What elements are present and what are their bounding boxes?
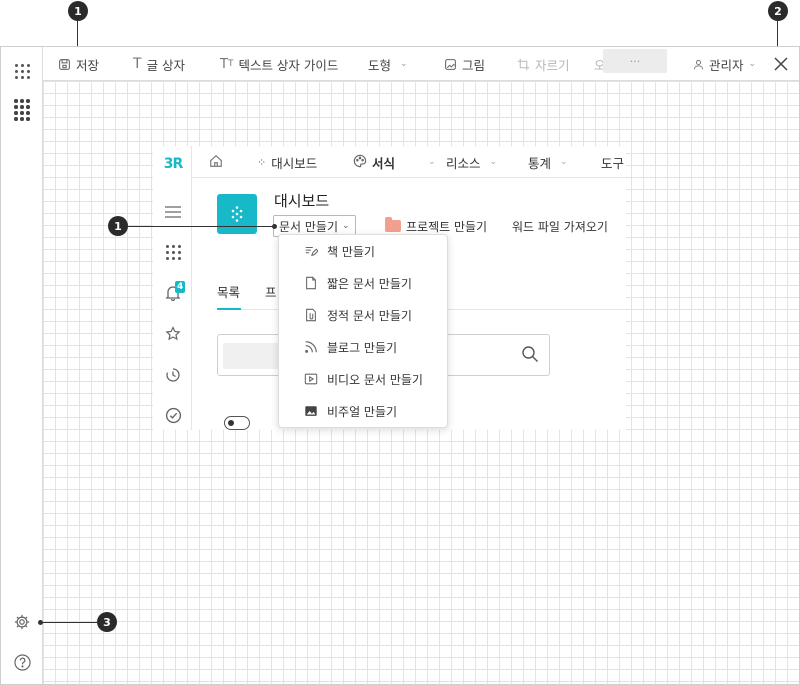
toggle-switch[interactable] (224, 416, 250, 430)
text-size-icon: TT (220, 56, 234, 72)
editor-toolbar: 저장 T 글 상자 TT 텍스트 상자 가이드 도형 ⌄ 그림 자르기 오 ··… (43, 47, 799, 81)
image-icon (303, 403, 319, 419)
import-word-button[interactable]: 워드 파일 가져오기 (512, 215, 608, 237)
shape-label: 도형 (368, 57, 392, 73)
apps-grid-icon[interactable] (12, 61, 32, 81)
user-label: 관리자 (709, 57, 744, 73)
video-icon (303, 371, 319, 387)
chevron-down-icon: ⌄ (428, 157, 436, 167)
callout-badge-1b: 1 (108, 216, 128, 236)
sparkle-grid-icon: ⁘ (257, 155, 267, 169)
image-label: 그림 (462, 57, 486, 73)
crop-label: 자르기 (535, 57, 570, 73)
chevron-down-icon: ⌄ (748, 59, 757, 69)
user-menu[interactable]: 관리자 ⌄ (693, 47, 756, 81)
menu-item-blog[interactable]: 블로그 만들기 (303, 337, 397, 357)
tools-nav[interactable]: 도구 (601, 146, 624, 178)
callout-badge-2: 2 (768, 1, 788, 21)
search-filter[interactable] (223, 343, 283, 369)
user-icon (693, 59, 704, 70)
image-button[interactable]: 그림 (444, 47, 485, 81)
crop-button[interactable]: 자르기 (517, 47, 570, 81)
active-tab-indicator (217, 308, 241, 310)
palette-icon (353, 154, 367, 171)
app-top-nav: ⁘ 대시보드 서식 ⌄ 리소스 ⌄ 통계 ⌄ 도구 (192, 146, 626, 178)
bell-icon[interactable]: 4 (163, 281, 186, 303)
close-icon (774, 57, 788, 71)
page-title: 대시보드 (274, 192, 330, 210)
text-box-button[interactable]: T 글 상자 (133, 47, 185, 81)
callout-badge-1: 1 (68, 1, 88, 21)
tab-project[interactable]: 프 (265, 282, 277, 301)
close-button[interactable] (774, 47, 788, 81)
format-nav[interactable]: 서식 ⌄ (353, 146, 436, 178)
hamburger-menu-icon[interactable] (163, 202, 183, 222)
save-icon (58, 58, 71, 71)
menu-item-book[interactable]: 책 만들기 (303, 241, 375, 261)
rss-icon (303, 339, 319, 355)
callout-line-3 (42, 622, 97, 623)
crop-icon (517, 58, 530, 71)
notification-count-badge: 4 (175, 281, 186, 293)
text-box-guide-label: 텍스트 상자 가이드 (238, 57, 339, 73)
folder-icon (385, 217, 401, 232)
check-circle-icon[interactable] (163, 405, 183, 425)
menu-item-visual[interactable]: 비주얼 만들기 (303, 401, 397, 421)
text-box-guide-button[interactable]: TT 텍스트 상자 가이드 (220, 47, 338, 81)
home-icon (209, 154, 223, 171)
star-icon[interactable] (163, 324, 183, 344)
gear-icon[interactable] (12, 612, 32, 632)
more-label: ··· (629, 54, 641, 68)
image-icon (444, 58, 457, 71)
chevron-down-icon: ⌄ (400, 59, 408, 69)
history-icon[interactable] (163, 365, 183, 385)
more-button[interactable]: ··· (603, 49, 667, 73)
help-icon[interactable] (12, 652, 32, 672)
callout-badge-3: 3 (97, 612, 117, 632)
resources-nav[interactable]: 리소스 ⌄ (446, 146, 497, 178)
save-label: 저장 (76, 57, 100, 73)
save-button[interactable]: 저장 (58, 47, 99, 81)
document-icon (303, 275, 319, 291)
search-icon[interactable] (521, 345, 539, 367)
attachment-icon (303, 307, 319, 323)
app-sidebar: 3R 4 (153, 146, 192, 430)
text-t-icon: T (133, 56, 142, 72)
book-edit-icon (303, 243, 319, 259)
menu-item-video-doc[interactable]: 비디오 문서 만들기 (303, 369, 423, 389)
chevron-down-icon: ⌄ (489, 157, 498, 167)
home-nav[interactable] (209, 146, 223, 178)
tab-list[interactable]: 목록 (217, 282, 240, 301)
chevron-down-icon: ⌄ (342, 221, 350, 231)
chevron-down-icon: ⌄ (560, 157, 568, 167)
callout-dot-3 (38, 620, 43, 625)
blocks-grid-icon[interactable] (12, 99, 32, 121)
app-logo: 3R (163, 156, 184, 172)
text-box-label: 글 상자 (146, 57, 186, 73)
stats-nav[interactable]: 통계 ⌄ (528, 146, 568, 178)
create-document-menu: 책 만들기 짧은 문서 만들기 정적 문서 만들기 블로그 만들기 비디오 문서… (278, 234, 448, 428)
menu-item-short-doc[interactable]: 짧은 문서 만들기 (303, 273, 412, 293)
dashboard-logo-tile (217, 194, 257, 234)
menu-item-static-doc[interactable]: 정적 문서 만들기 (303, 305, 412, 325)
dashboard-nav[interactable]: ⁘ 대시보드 (257, 146, 317, 178)
callout-dot-1b (272, 224, 277, 229)
shape-dropdown[interactable]: 도형 ⌄ (368, 47, 408, 81)
callout-line-1b (128, 226, 274, 227)
apps-grid-icon[interactable] (163, 242, 183, 262)
left-rail (1, 47, 43, 684)
